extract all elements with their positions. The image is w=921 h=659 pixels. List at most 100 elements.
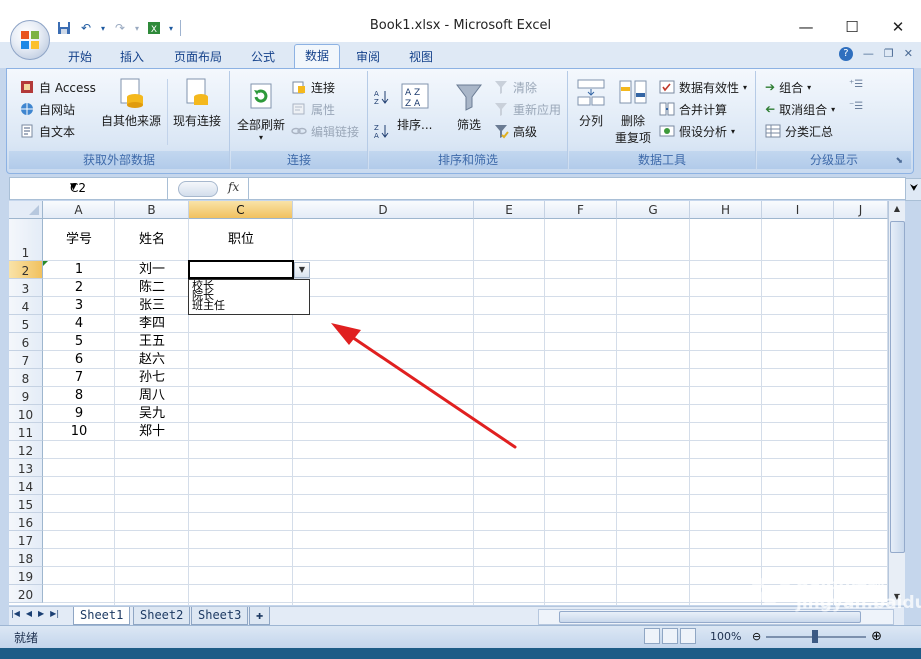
page-layout-view-icon[interactable] — [662, 628, 678, 644]
cell-student-id[interactable]: 5 — [43, 333, 115, 351]
ribbon-restore-icon[interactable]: ❐ — [884, 47, 894, 61]
maximize-button[interactable]: ☐ — [829, 12, 875, 42]
expand-formula-bar-icon[interactable]: ⮟ — [905, 178, 921, 201]
column-header-e[interactable]: E — [474, 201, 545, 219]
row-header-7[interactable]: 7 — [9, 351, 43, 369]
subtotal-button[interactable]: 分类汇总 — [765, 121, 833, 141]
normal-view-icon[interactable] — [644, 628, 660, 644]
from-access-button[interactable]: 自 Access — [19, 77, 96, 97]
refresh-all-button[interactable]: 全部刷新 ▾ — [237, 81, 285, 142]
row-header-4[interactable]: 4 — [9, 297, 43, 315]
worksheet-grid[interactable]: A B C D E F G H I J 1 2 3 4 5 6 7 8 9 10 11 12 13 14 15 16 17 18 19 2… — [9, 201, 888, 605]
page-break-view-icon[interactable] — [680, 628, 696, 644]
text-to-columns-button[interactable]: 分列 — [575, 77, 607, 129]
cell-student-id[interactable]: 2 — [43, 279, 115, 297]
scroll-up-icon[interactable]: ▲ — [889, 201, 905, 217]
name-box[interactable]: C2 ▼ — [10, 178, 168, 199]
cell-student-name[interactable]: 张三 — [115, 297, 189, 315]
validation-dropdown-list[interactable]: 校长 院长 班主任 — [188, 279, 310, 315]
data-validation-dropdown-icon[interactable]: ▾ — [743, 83, 747, 92]
zoom-knob[interactable] — [812, 630, 818, 643]
row-header-19[interactable]: 19 — [9, 567, 43, 585]
reapply-button[interactable]: 重新应用 — [493, 99, 561, 119]
row-header-2[interactable]: 2 — [9, 261, 43, 279]
group-dropdown-icon[interactable]: ▾ — [807, 83, 811, 92]
tab-review[interactable]: 审阅 — [348, 46, 388, 68]
column-header-h[interactable]: H — [690, 201, 762, 219]
row-header-14[interactable]: 14 — [9, 477, 43, 495]
column-header-i[interactable]: I — [762, 201, 834, 219]
help-icon[interactable]: ? — [838, 47, 853, 61]
select-all-button[interactable] — [9, 201, 43, 219]
zoom-in-icon[interactable]: ⊕ — [871, 629, 882, 644]
row-header-10[interactable]: 10 — [9, 405, 43, 423]
row-header-1[interactable]: 1 — [9, 219, 43, 261]
tab-home[interactable]: 开始 — [60, 46, 100, 68]
from-web-button[interactable]: 自网站 — [19, 99, 75, 119]
column-header-f[interactable]: F — [545, 201, 617, 219]
tab-insert[interactable]: 插入 — [112, 46, 152, 68]
row-header-18[interactable]: 18 — [9, 549, 43, 567]
minimize-button[interactable]: — — [783, 12, 829, 42]
column-header-c[interactable]: C — [189, 201, 293, 219]
column-header-a[interactable]: A — [43, 201, 115, 219]
cell-dropdown-button[interactable]: ▼ — [294, 262, 310, 278]
row-header-16[interactable]: 16 — [9, 513, 43, 531]
row-header-6[interactable]: 6 — [9, 333, 43, 351]
vertical-scrollbar[interactable]: ▲ ▼ — [888, 201, 905, 605]
row-header-5[interactable]: 5 — [9, 315, 43, 333]
ribbon-minimize-icon[interactable]: — — [863, 47, 874, 61]
zoom-slider[interactable]: ⊖ ⊕ — [752, 629, 882, 644]
insert-function-button[interactable]: fx — [228, 180, 239, 194]
filter-button[interactable]: 筛选 — [453, 81, 485, 133]
sheet-tab-sheet3[interactable]: Sheet3 — [191, 607, 249, 625]
cell-student-name[interactable]: 陈二 — [115, 279, 189, 297]
row-header-17[interactable]: 17 — [9, 531, 43, 549]
prev-sheet-icon[interactable]: ◀ — [26, 609, 32, 618]
clear-button[interactable]: 清除 — [493, 77, 537, 97]
consolidate-button[interactable]: 合并计算 — [659, 99, 727, 119]
office-button[interactable] — [10, 20, 50, 60]
dialog-launcher-icon[interactable]: ⬊ — [895, 156, 903, 166]
cell-student-name[interactable]: 刘一 — [115, 261, 189, 279]
properties-button[interactable]: 属性 — [291, 99, 335, 119]
remove-duplicates-button[interactable]: 删除 重复项 — [615, 77, 651, 146]
first-sheet-icon[interactable]: |◀ — [11, 609, 20, 618]
ungroup-button[interactable]: ➔ 取消组合 ▾ — [765, 99, 835, 119]
row-header-3[interactable]: 3 — [9, 279, 43, 297]
sheet-tab-sheet1[interactable]: Sheet1 — [73, 607, 131, 625]
cell-student-name[interactable]: 吴九 — [115, 405, 189, 423]
last-sheet-icon[interactable]: ▶| — [50, 609, 59, 618]
column-header-d[interactable]: D — [293, 201, 474, 219]
cell-student-id[interactable]: 9 — [43, 405, 115, 423]
row-header-8[interactable]: 8 — [9, 369, 43, 387]
column-header-j[interactable]: J — [834, 201, 888, 219]
cell-student-name[interactable]: 孙七 — [115, 369, 189, 387]
cell-student-name[interactable]: 赵六 — [115, 351, 189, 369]
cell-a1[interactable]: 学号 — [43, 231, 115, 249]
what-if-analysis-button[interactable]: 假设分析 ▾ — [659, 121, 735, 141]
hide-detail-icon[interactable]: ⁻☰ — [849, 101, 863, 112]
row-header-20[interactable]: 20 — [9, 585, 43, 603]
sort-desc-button[interactable]: ZA — [373, 121, 389, 141]
group-button[interactable]: ➔ 组合 ▾ — [765, 77, 811, 97]
ribbon-close-icon[interactable]: ✕ — [904, 47, 913, 61]
cell-student-name[interactable]: 郑十 — [115, 423, 189, 441]
cell-student-name[interactable]: 周八 — [115, 387, 189, 405]
cell-c1[interactable]: 职位 — [189, 231, 293, 249]
dropdown-option[interactable]: 班主任 — [189, 300, 309, 311]
row-header-13[interactable]: 13 — [9, 459, 43, 477]
tab-page-layout[interactable]: 页面布局 — [166, 46, 230, 68]
tab-formulas[interactable]: 公式 — [240, 46, 286, 68]
data-validation-button[interactable]: 数据有效性 ▾ — [659, 77, 747, 97]
what-if-dropdown-icon[interactable]: ▾ — [731, 127, 735, 136]
cell-student-name[interactable]: 王五 — [115, 333, 189, 351]
cell-student-id[interactable]: 7 — [43, 369, 115, 387]
from-other-sources-button[interactable]: 自其他来源 — [101, 77, 161, 129]
cell-student-id[interactable]: 8 — [43, 387, 115, 405]
active-cell-c2[interactable] — [188, 260, 294, 279]
cell-student-id[interactable]: 4 — [43, 315, 115, 333]
column-header-g[interactable]: G — [617, 201, 690, 219]
zoom-out-icon[interactable]: ⊖ — [752, 630, 761, 643]
connections-button[interactable]: 连接 — [291, 77, 335, 97]
